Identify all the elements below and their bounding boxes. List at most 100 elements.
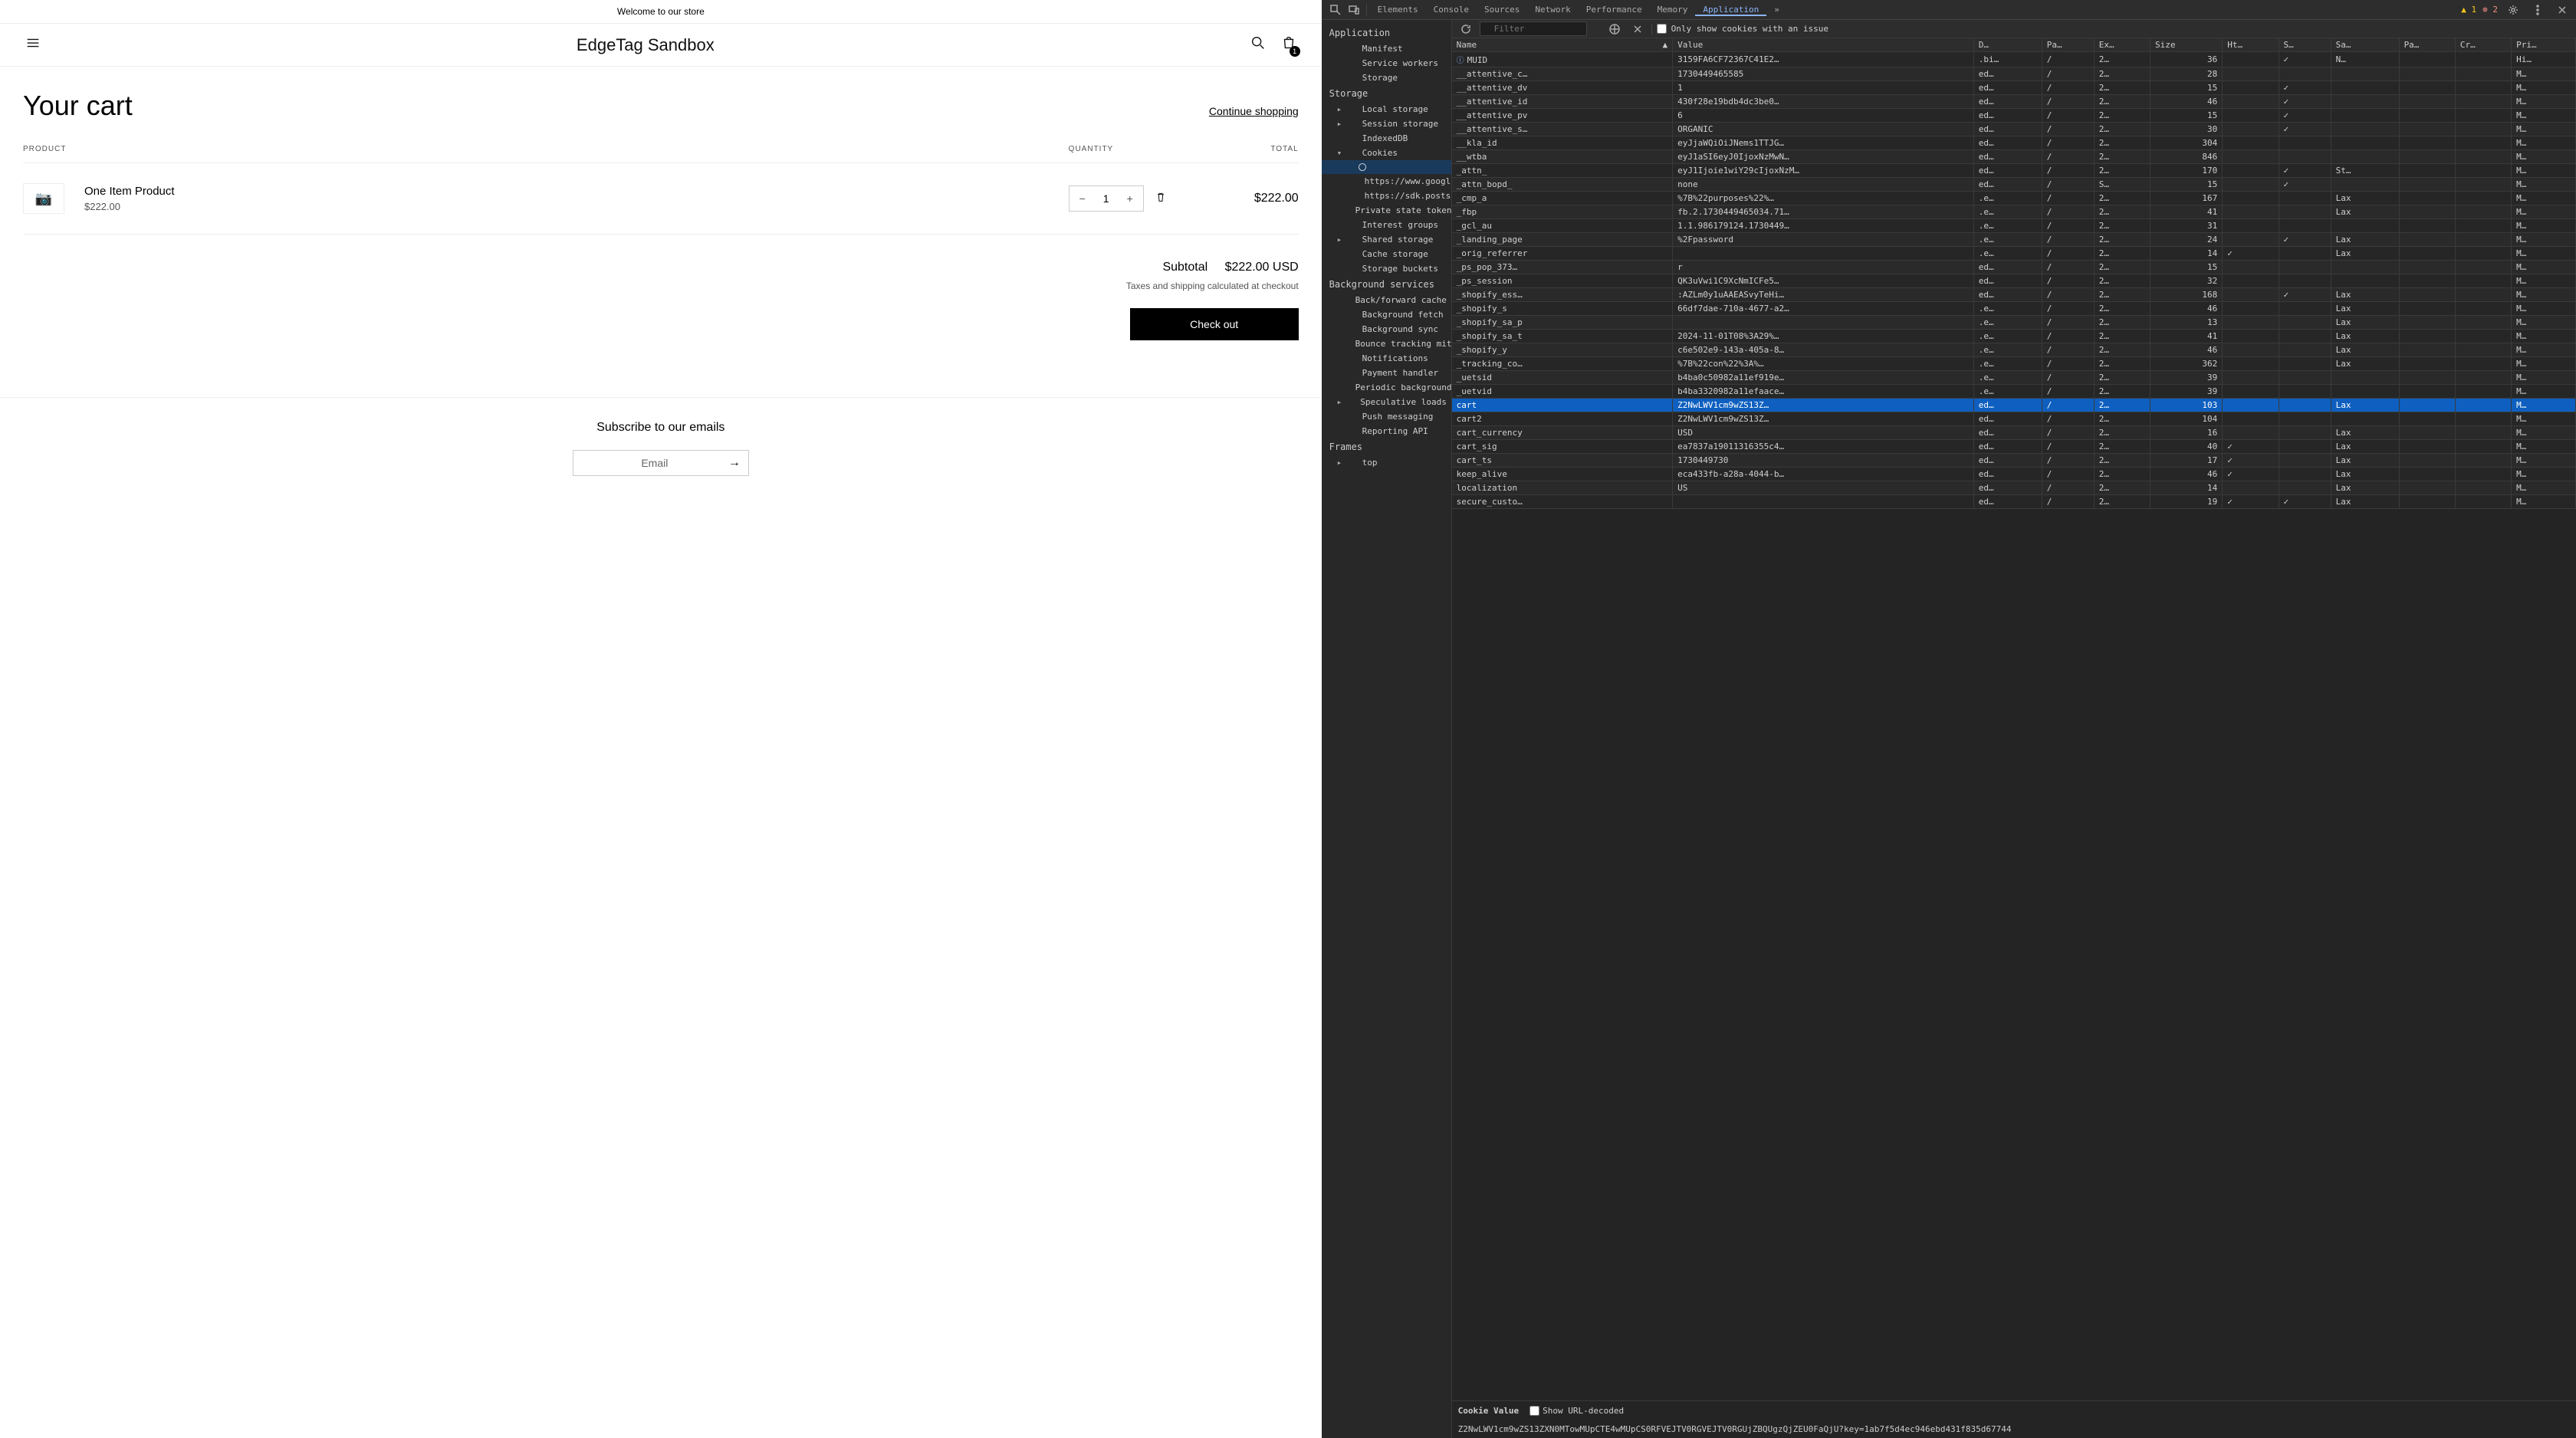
sidebar-item[interactable]: Storage buckets <box>1322 261 1451 276</box>
cookie-row[interactable]: _tracking_co…%7B%22con%22%3A%….e…/2…362L… <box>1452 357 2576 371</box>
cookie-row[interactable]: _shopify_s66df7dae-710a-4677-a2….e…/2…46… <box>1452 302 2576 316</box>
sidebar-item[interactable]: IndexedDB <box>1322 131 1451 146</box>
cookie-row[interactable]: _fbpfb.2.1730449465034.71….e…/2…41LaxM… <box>1452 205 2576 219</box>
column-header[interactable]: Sa… <box>2331 38 2399 52</box>
sidebar-item[interactable]: Back/forward cache <box>1322 293 1451 307</box>
cookie-row[interactable]: __attentive_pv6ed…/2…15✓M… <box>1452 109 2576 123</box>
sidebar-item[interactable]: Storage <box>1322 71 1451 85</box>
sidebar-item[interactable]: ▸Local storage <box>1322 102 1451 117</box>
error-badge[interactable]: ⊗ 2 <box>2482 5 2498 15</box>
sidebar-item[interactable]: ▸Speculative loads <box>1322 395 1451 409</box>
cookie-row[interactable]: cart2Z2NwLWV1cm9wZS13Z…ed…/2…104M… <box>1452 412 2576 426</box>
cookie-row[interactable]: __attentive_c…1730449465585ed…/2…28M… <box>1452 67 2576 81</box>
cookie-row[interactable]: __attentive_id430f28e19bdb4dc3be0…ed…/2…… <box>1452 95 2576 109</box>
cookie-row[interactable]: __wtbaeyJ1aSI6eyJ0IjoxNzMwN…ed…/2…846M… <box>1452 150 2576 164</box>
sidebar-item[interactable]: Cache storage <box>1322 247 1451 261</box>
search-icon[interactable] <box>1250 34 1267 55</box>
clear-all-icon[interactable] <box>1608 23 1621 35</box>
cookie-row[interactable]: _ps_pop_373…red…/2…15M… <box>1452 261 2576 274</box>
cookie-row[interactable]: _shopify_yc6e502e9-143a-405a-8….e…/2…46L… <box>1452 343 2576 357</box>
cookie-row[interactable]: __attentive_s…ORGANICed…/2…30✓M… <box>1452 123 2576 136</box>
cookie-row[interactable]: _cmp_a%7B%22purposes%22%….e…/2…167LaxM… <box>1452 192 2576 205</box>
cookie-row[interactable]: keep_aliveeca433fb-a28a-4044-b…ed…/2…46✓… <box>1452 468 2576 481</box>
sidebar-item[interactable]: ▾Cookies <box>1322 146 1451 160</box>
cookie-row[interactable]: ⓘMUID3159FA6CF72367C41E2….bi…/2…36✓N…Hi… <box>1452 52 2576 67</box>
cookie-row[interactable]: cart_currencyUSDed…/2…16LaxM… <box>1452 426 2576 440</box>
sidebar-item[interactable]: ▸Shared storage <box>1322 232 1451 247</box>
cart-icon[interactable]: 1 <box>1280 34 1297 55</box>
refresh-icon[interactable] <box>1460 23 1472 35</box>
cookie-row[interactable]: localizationUSed…/2…14LaxM… <box>1452 481 2576 495</box>
column-header[interactable]: Name ▲ <box>1452 38 1673 52</box>
product-image[interactable]: 📷 <box>23 183 64 214</box>
qty-increase-button[interactable]: + <box>1117 192 1143 205</box>
warning-badge[interactable]: ▲ 1 <box>2461 5 2476 15</box>
sidebar-item[interactable]: https://sdk.postscri… <box>1322 189 1451 203</box>
cookie-row[interactable]: __kla_ideyJjaWQiOiJNems1TTJG…ed…/2…304M… <box>1452 136 2576 150</box>
cookie-row[interactable]: _ps_sessionQK3uVwi1C9XcNmICFe5…ed…/2…32M… <box>1452 274 2576 288</box>
sidebar-item[interactable]: https://www.googlet… <box>1322 174 1451 189</box>
only-issues-checkbox[interactable] <box>1657 24 1667 34</box>
column-header[interactable]: Cr… <box>2455 38 2511 52</box>
cookie-row[interactable]: cartZ2NwLWV1cm9wZS13Z…ed…/2…103LaxM… <box>1452 399 2576 412</box>
filter-input[interactable] <box>1480 21 1587 36</box>
tab-memory[interactable]: Memory <box>1650 5 1696 15</box>
tab-performance[interactable]: Performance <box>1579 5 1650 15</box>
cookie-row[interactable]: _shopify_sa_p.e…/2…13LaxM… <box>1452 316 2576 330</box>
sidebar-item[interactable]: Manifest <box>1322 41 1451 56</box>
sidebar-item[interactable]: Push messaging <box>1322 409 1451 424</box>
sidebar-item[interactable]: Reporting API <box>1322 424 1451 438</box>
inspect-icon[interactable] <box>1329 4 1342 16</box>
sidebar-item[interactable] <box>1322 160 1451 174</box>
cookie-row[interactable]: secure_custo…ed…/2…19✓✓LaxM… <box>1452 495 2576 509</box>
submit-arrow-icon[interactable]: → <box>728 456 741 470</box>
column-header[interactable]: Pri… <box>2512 38 2576 52</box>
sidebar-item[interactable]: Bounce tracking mitiga… <box>1322 337 1451 351</box>
cookie-row[interactable]: _attn_eyJ1Ijoie1wiY29cIjoxNzM…ed…/2…170✓… <box>1452 164 2576 178</box>
sidebar-item[interactable]: Payment handler <box>1322 366 1451 380</box>
more-tabs-icon[interactable]: » <box>1766 0 1787 20</box>
delete-selected-icon[interactable] <box>1631 23 1644 35</box>
cookie-row[interactable]: cart_ts1730449730ed…/2…17✓LaxM… <box>1452 454 2576 468</box>
remove-item-icon[interactable] <box>1155 191 1167 207</box>
device-toggle-icon[interactable] <box>1348 4 1360 16</box>
tab-network[interactable]: Network <box>1527 5 1578 15</box>
cookie-value-text[interactable]: Z2NwLWV1cm9wZS13ZXN0MTowMUpCTE4wMUpCS0RF… <box>1452 1420 2576 1438</box>
sidebar-item[interactable]: Notifications <box>1322 351 1451 366</box>
cookie-row[interactable]: _orig_referrer.e…/2…14✓LaxM… <box>1452 247 2576 261</box>
sidebar-item[interactable]: ▸Session storage <box>1322 117 1451 131</box>
sidebar-item[interactable]: Service workers <box>1322 56 1451 71</box>
column-header[interactable]: D… <box>1973 38 2042 52</box>
tab-console[interactable]: Console <box>1426 5 1477 15</box>
email-input[interactable]: Email → <box>573 450 749 476</box>
cookie-row[interactable]: _gcl_au1.1.986179124.1730449….e…/2…31M… <box>1452 219 2576 233</box>
column-header[interactable]: Ht… <box>2223 38 2279 52</box>
column-header[interactable]: Size <box>2150 38 2223 52</box>
sidebar-item[interactable]: ▸top <box>1322 455 1451 470</box>
qty-decrease-button[interactable]: − <box>1070 192 1096 205</box>
hamburger-icon[interactable] <box>25 34 41 55</box>
product-name[interactable]: One Item Product <box>84 185 1069 198</box>
close-devtools-icon[interactable] <box>2556 4 2568 16</box>
sidebar-item[interactable]: Private state tokens <box>1322 203 1451 218</box>
column-header[interactable]: S… <box>2279 38 2331 52</box>
column-header[interactable]: Pa… <box>2042 38 2094 52</box>
cookie-row[interactable]: _uetvidb4ba3320982a11efaace….e…/2…39M… <box>1452 385 2576 399</box>
show-decoded-checkbox[interactable] <box>1530 1406 1539 1416</box>
kebab-menu-icon[interactable] <box>2532 4 2544 16</box>
column-header[interactable]: Value <box>1673 38 1974 52</box>
qty-value[interactable]: 1 <box>1096 192 1117 205</box>
column-header[interactable]: Pa… <box>2399 38 2455 52</box>
cookie-row[interactable]: _attn_bopd_noneed…/S…15✓M… <box>1452 178 2576 192</box>
cookie-row[interactable]: _shopify_ess…:AZLm0y1uAAEASvyTeHi…ed…/2…… <box>1452 288 2576 302</box>
sidebar-item[interactable]: Background fetch <box>1322 307 1451 322</box>
cookie-row[interactable]: __attentive_dv1ed…/2…15✓M… <box>1452 81 2576 95</box>
cookies-table[interactable]: Name ▲ValueD…Pa…Ex…SizeHt…S…Sa…Pa…Cr…Pri… <box>1452 38 2576 1400</box>
sidebar-item[interactable]: Background sync <box>1322 322 1451 337</box>
sidebar-item[interactable]: Interest groups <box>1322 218 1451 232</box>
cookie-row[interactable]: _uetsidb4ba0c50982a11ef919e….e…/2…39M… <box>1452 371 2576 385</box>
tab-sources[interactable]: Sources <box>1477 5 1527 15</box>
cookie-row[interactable]: _landing_page%2Fpassword.e…/2…24✓LaxM… <box>1452 233 2576 247</box>
store-brand[interactable]: EdgeTag Sandbox <box>577 35 715 55</box>
cookie-row[interactable]: cart_sigea7837a19011316355c4…ed…/2…40✓La… <box>1452 440 2576 454</box>
